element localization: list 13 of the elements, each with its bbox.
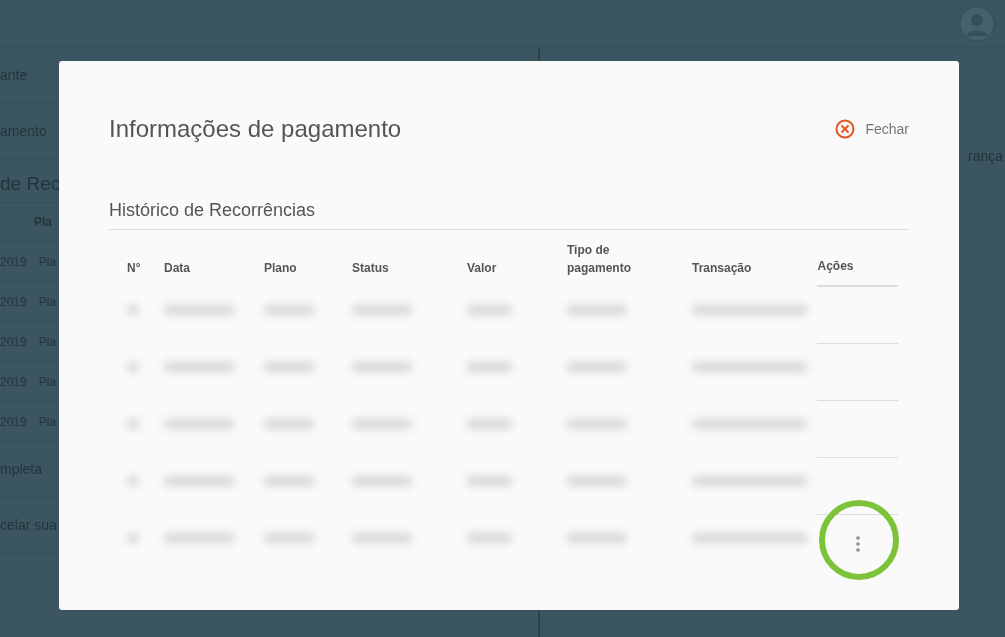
column-header: N° (127, 260, 142, 277)
close-button[interactable]: Fechar (835, 118, 909, 140)
column-header: Data (164, 260, 191, 277)
column-header: Plano (264, 260, 298, 277)
close-icon (835, 119, 856, 139)
vertical-dots-icon (855, 535, 860, 552)
column-header: Transação (692, 260, 753, 277)
column-header: Tipo de pagamento (567, 242, 632, 277)
section-title: Histórico de Recorrências (109, 197, 909, 230)
column-header: Ações (817, 258, 855, 275)
column-header: Valor (467, 260, 498, 277)
column-header: Status (352, 260, 390, 277)
modal-title: Informações de pagamento (109, 114, 402, 144)
